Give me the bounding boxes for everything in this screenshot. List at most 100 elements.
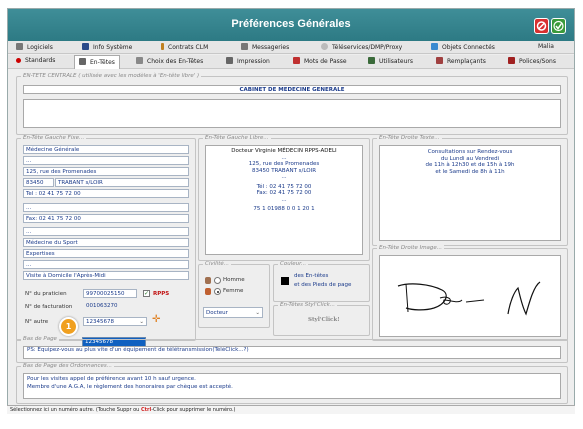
signature-drawing <box>397 281 541 316</box>
fixe-line[interactable]: Médecine du Sport <box>23 238 189 247</box>
user-icon <box>368 57 375 64</box>
couleur-text1: des En-têtes <box>294 273 329 279</box>
entete-centrale-line2[interactable] <box>23 99 561 128</box>
red-dot-icon <box>16 58 21 63</box>
rpps-label: RPPS <box>153 291 170 297</box>
bas-ordonnances-legend: Bas de Page des Ordonnances... <box>21 363 114 369</box>
stylclick-button[interactable]: Styl'Click! <box>308 317 340 323</box>
droite-texte-text[interactable]: Consultations sur Rendez-vous du Lundi a… <box>379 145 561 241</box>
document-icon <box>79 58 86 65</box>
signature-image[interactable] <box>379 255 561 337</box>
femme-label: Femme <box>223 288 244 294</box>
tab-info-systeme[interactable]: Info Système <box>82 43 132 51</box>
chevron-down-icon: ⌄ <box>255 310 260 316</box>
droite-image-group: En-Tête Droite Image... <box>372 245 568 341</box>
couleur-legend: Couleur... <box>278 261 309 267</box>
bas-page-legend: Bas de Page <box>21 336 59 342</box>
fixe-city[interactable]: TRABANT s/LOIR <box>55 178 189 187</box>
fixe-line[interactable]: ... <box>23 260 189 269</box>
tab-standards[interactable]: Standards <box>16 57 55 64</box>
droite-texte-legend: En-Tête Droite Texte... <box>377 135 442 141</box>
facturation-label: N° de facturation <box>25 304 73 310</box>
stylclick-legend: En-Têtes Styl'Click... <box>278 302 338 308</box>
droite-image-legend: En-Tête Droite Image... <box>377 245 445 251</box>
bas-ordonnances-text[interactable]: Pour les visites appel de préférence ava… <box>23 373 561 399</box>
bas-page-group: Bas de Page PS: Equipez-vous au plus vit… <box>16 336 568 363</box>
tab-mots-de-passe[interactable]: Mots de Passe <box>293 57 347 65</box>
pen-icon <box>161 43 164 50</box>
fixe-postcode[interactable]: 83450 <box>23 178 54 187</box>
computer-icon <box>82 43 89 50</box>
tab-en-tetes[interactable]: En-Têtes <box>74 55 120 69</box>
stylclick-group: En-Têtes Styl'Click... Styl'Click! <box>273 302 370 336</box>
wrench-icon <box>16 43 23 50</box>
male-doctor-icon <box>205 277 211 284</box>
gauche-libre-group: En-Tête Gauche Libre... Docteur Virginie… <box>198 135 370 261</box>
tab-objets-connectes[interactable]: Objets Connectés <box>431 43 495 51</box>
check-icon <box>553 20 564 32</box>
femme-radio[interactable] <box>214 288 221 295</box>
tab-row-2: Standards En-Têtes Choix des En-Têtes Im… <box>8 55 574 69</box>
tab-contrats-clm[interactable]: Contrats CLM <box>161 43 208 51</box>
autre-select[interactable]: 12345678 ⌄ <box>83 317 147 326</box>
civilite-legend: Civilité... <box>203 261 231 267</box>
close-button[interactable] <box>534 18 549 34</box>
title-bar: Préférences Générales <box>8 9 574 41</box>
color-swatch[interactable] <box>281 277 289 285</box>
entete-centrale-line1[interactable]: CABINET DE MEDECINE GENERALE <box>23 85 561 94</box>
fixe-line[interactable]: Tel : 02 41 75 72 00 <box>23 189 189 198</box>
couleur-group: Couleur... des En-têtes et des Pieds de … <box>273 261 370 302</box>
fixe-line[interactable]: ... <box>23 227 189 236</box>
window-title: Préférences Générales <box>231 18 351 30</box>
homme-radio[interactable] <box>214 277 221 284</box>
tab-logiciels[interactable]: Logiciels <box>16 43 53 51</box>
wireless-icon <box>431 43 438 50</box>
fixe-line[interactable]: 125, rue des Promenades <box>23 167 189 176</box>
tab-choix-en-tetes[interactable]: Choix des En-Têtes <box>136 57 203 65</box>
mailbox-icon <box>241 43 248 50</box>
entete-centrale-legend: EN-TETE CENTRALE ( utilisée avec les mod… <box>21 73 202 79</box>
radio-dot <box>216 290 219 293</box>
printer-icon <box>226 57 233 64</box>
bas-page-text[interactable]: PS: Equipez-vous au plus vite d'un équip… <box>23 346 561 359</box>
tab-polices-sons[interactable]: Polices/Sons <box>508 57 556 65</box>
homme-label: Homme <box>223 277 245 283</box>
no-entry-icon <box>536 21 547 31</box>
gauche-libre-text[interactable]: Docteur Virginie MÉDECIN RPPS-ADELI ... … <box>205 145 363 255</box>
no-key-icon <box>293 57 300 64</box>
praticien-field[interactable]: 99700025150 <box>83 289 137 298</box>
entete-centrale-group: EN-TETE CENTRALE ( utilisée avec les mod… <box>16 73 568 135</box>
autre-label: N° autre <box>25 319 49 325</box>
chevron-down-icon: ⌄ <box>139 319 144 325</box>
globe-icon <box>321 43 328 50</box>
users-icon <box>436 57 443 64</box>
tab-malia[interactable]: Malia <box>538 43 554 50</box>
female-doctor-icon <box>205 288 211 295</box>
gauche-fixe-group: En-Tête Gauche Fixe... Médecine Générale… <box>16 135 196 341</box>
font-icon <box>508 57 515 64</box>
tab-utilisateurs[interactable]: Utilisateurs <box>368 57 413 65</box>
civilite-group: Civilité... Homme Femme Docteur ⌄ <box>198 261 270 328</box>
status-bar: Sélectionnez ici un numéro autre. (Touch… <box>7 405 575 414</box>
rpps-checkbox[interactable]: ✓ <box>143 290 150 297</box>
fixe-line[interactable]: ... <box>23 203 189 212</box>
couleur-text2: et des Pieds de page <box>294 282 352 288</box>
fixe-line[interactable]: Expertises <box>23 249 189 258</box>
validate-button[interactable] <box>551 18 566 34</box>
gauche-fixe-legend: En-Tête Gauche Fixe... <box>21 135 87 141</box>
tab-remplacants[interactable]: Remplaçants <box>436 57 486 65</box>
fixe-line[interactable]: Médecine Générale <box>23 145 189 154</box>
tab-impression[interactable]: Impression <box>226 57 270 65</box>
title-select[interactable]: Docteur ⌄ <box>203 307 263 318</box>
list-icon <box>136 57 143 64</box>
tab-teleservices[interactable]: Téléservices/DMP/Proxy <box>321 43 402 51</box>
add-number-button[interactable]: ✛ <box>152 315 160 325</box>
gauche-libre-legend: En-Tête Gauche Libre... <box>203 135 271 141</box>
tab-row-1: Logiciels Info Système Contrats CLM Mess… <box>8 41 574 54</box>
fixe-line[interactable]: ... <box>23 156 189 165</box>
tab-messageries[interactable]: Messageries <box>241 43 289 51</box>
fixe-line[interactable]: Visite à Domicile l'Après-Midi <box>23 271 189 280</box>
praticien-label: N° du praticien <box>25 291 67 297</box>
fixe-line[interactable]: Fax: 02 41 75 72 00 <box>23 214 189 223</box>
step-badge: 1 <box>59 317 78 336</box>
